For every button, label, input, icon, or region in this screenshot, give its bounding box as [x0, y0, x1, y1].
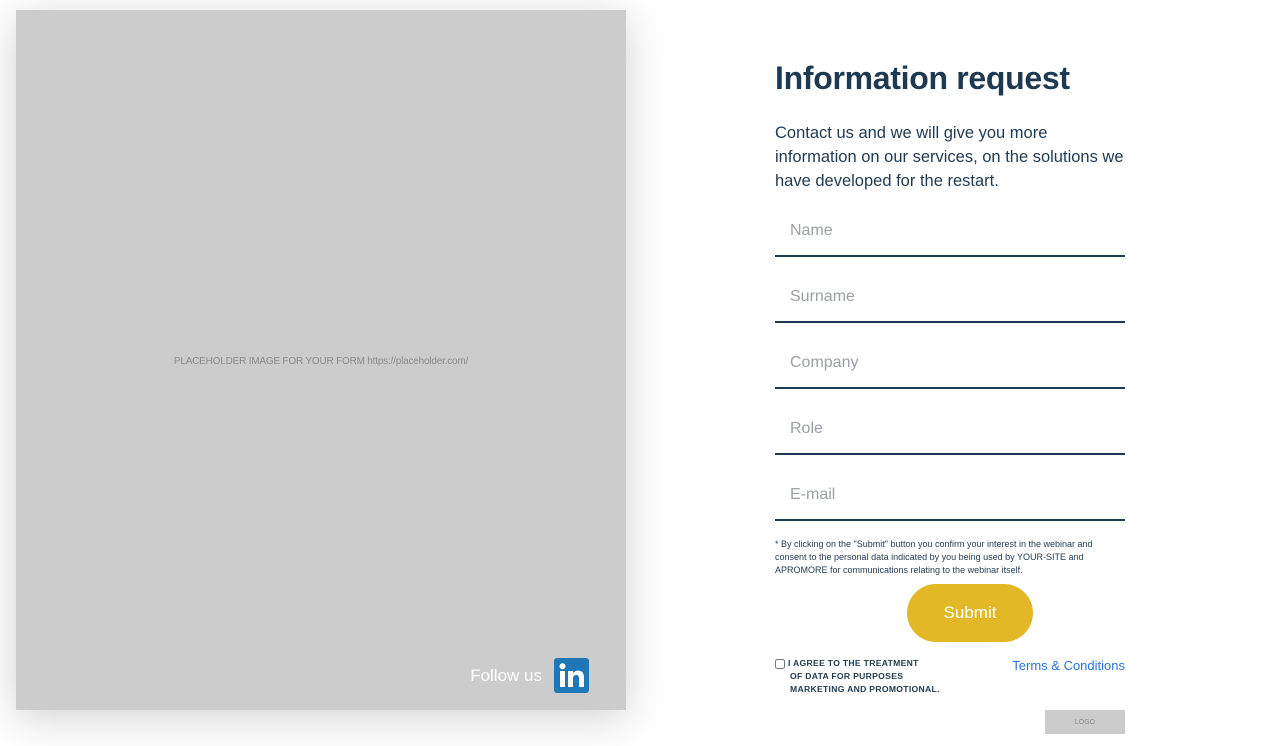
terms-conditions-link[interactable]: Terms & Conditions	[1012, 658, 1125, 673]
name-input[interactable]	[775, 207, 1125, 257]
intro-text: Contact us and we will give you more inf…	[775, 124, 1124, 190]
submit-button[interactable]: Submit	[907, 584, 1033, 642]
follow-us: Follow us	[470, 658, 589, 693]
form-image-placeholder: PLACEHOLDER IMAGE FOR YOUR FORM https://…	[16, 10, 626, 710]
company-input[interactable]	[775, 339, 1125, 389]
agree-checkbox[interactable]	[775, 659, 785, 669]
role-input[interactable]	[775, 405, 1125, 455]
agree-label-line-1: I AGREE TO THE TREATMENT	[788, 658, 919, 668]
agree-label-line-3: MARKETING AND PROMOTIONAL.	[790, 684, 940, 694]
page: PLACEHOLDER IMAGE FOR YOUR FORM https://…	[0, 0, 1265, 746]
agree-label: I AGREE TO THE TREATMENT OF DATA FOR PUR…	[788, 657, 940, 696]
follow-us-label: Follow us	[470, 665, 542, 685]
logo-label: LOGO	[1074, 718, 1096, 726]
surname-input[interactable]	[775, 273, 1125, 323]
page-title: Information request	[775, 60, 1070, 96]
consent-note: * By clicking on the "Submit" button you…	[775, 539, 1093, 575]
logo-placeholder: LOGO	[1045, 710, 1125, 734]
placeholder-caption: PLACEHOLDER IMAGE FOR YOUR FORM https://…	[173, 356, 469, 367]
linkedin-icon[interactable]	[554, 658, 589, 693]
email-input[interactable]	[775, 471, 1125, 521]
agree-consent[interactable]: I AGREE TO THE TREATMENT OF DATA FOR PUR…	[775, 657, 940, 696]
agree-label-line-2: OF DATA FOR PURPOSES	[790, 671, 904, 681]
